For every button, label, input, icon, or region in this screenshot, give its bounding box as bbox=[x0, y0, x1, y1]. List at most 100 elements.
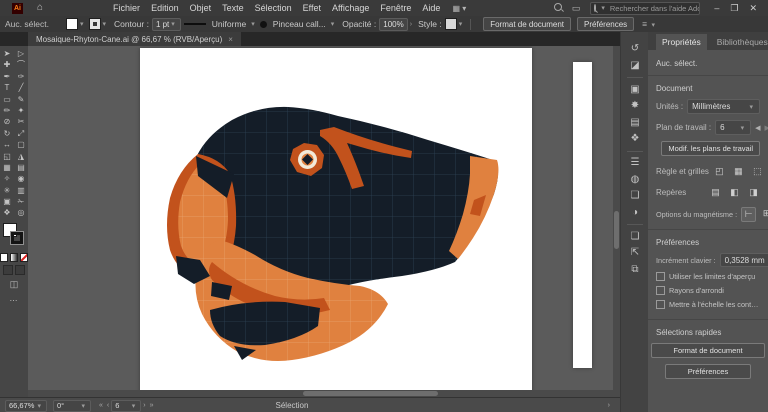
tool-width-icon[interactable]: ↔ bbox=[0, 139, 14, 150]
chevron-down-icon[interactable]: ▾ bbox=[80, 20, 84, 28]
tool-zoom-icon[interactable]: ◎ bbox=[14, 207, 28, 218]
workspace-options-icon[interactable]: ≡ ▾ bbox=[642, 19, 657, 29]
tool-pen-icon[interactable]: ✒ bbox=[0, 71, 14, 82]
tool-perspective-grid-icon[interactable]: ◮ bbox=[14, 151, 28, 162]
tab-properties[interactable]: Propriétés bbox=[656, 34, 707, 50]
panel-pathfinder-icon[interactable]: ❖ bbox=[631, 134, 640, 144]
arrange-documents-icon[interactable]: ▭ bbox=[572, 3, 581, 14]
tool-scissors-icon[interactable]: ✂ bbox=[14, 116, 28, 127]
stroke-profile-value[interactable]: Uniforme bbox=[212, 19, 246, 29]
brush-definition-value[interactable]: Pinceau call... bbox=[273, 19, 326, 29]
units-select[interactable]: Millimètres▾ bbox=[687, 99, 760, 114]
fill-color-swatch[interactable] bbox=[66, 18, 78, 30]
tool-pencil-icon[interactable]: ✏ bbox=[0, 105, 14, 116]
corner-radius-checkbox[interactable] bbox=[656, 286, 665, 295]
draw-behind-button[interactable] bbox=[15, 265, 25, 275]
gradient-button[interactable] bbox=[10, 253, 18, 262]
artboard-navigation-select[interactable]: 6▾ bbox=[111, 400, 141, 412]
panel-color-guide-icon[interactable]: ✸ bbox=[631, 101, 639, 111]
last-artboard-icon[interactable]: » bbox=[150, 402, 154, 409]
menu-item[interactable]: Edition bbox=[151, 3, 179, 13]
panel-artboards-icon[interactable]: ▣ bbox=[630, 85, 639, 95]
smart-guides-icon[interactable]: ◨ bbox=[747, 186, 760, 199]
screen-mode-icon[interactable]: ◫ bbox=[0, 279, 28, 290]
tool-hand-icon[interactable]: ❖ bbox=[0, 207, 14, 218]
tool-lasso-icon[interactable]: ⌒ bbox=[14, 59, 28, 70]
tool-scale-icon[interactable]: ⤢ bbox=[14, 128, 28, 139]
next-artboard-icon[interactable]: › bbox=[143, 402, 145, 409]
status-options-icon[interactable]: › bbox=[608, 402, 610, 409]
menu-item[interactable]: Effet bbox=[303, 3, 321, 13]
menu-item[interactable]: Sélection bbox=[255, 3, 292, 13]
tab-close-icon[interactable]: × bbox=[228, 35, 233, 44]
keyboard-increment-input[interactable]: 0,3528 mm bbox=[720, 253, 768, 267]
first-artboard-icon[interactable]: « bbox=[99, 402, 103, 409]
tool-line-segment-icon[interactable]: ╱ bbox=[14, 82, 28, 93]
panel-menu-icon[interactable]: ☰ bbox=[631, 158, 640, 168]
snap-to-grid-icon[interactable]: ⊞ bbox=[760, 207, 768, 220]
panel-export-icon[interactable]: ⇱ bbox=[631, 248, 639, 258]
tool-gradient-icon[interactable]: ▤ bbox=[14, 162, 28, 173]
quick-document-setup-button[interactable]: Format de document bbox=[651, 343, 765, 358]
color-button[interactable] bbox=[0, 253, 8, 262]
stroke-weight-input[interactable]: 1 pt ▾ bbox=[152, 18, 181, 31]
scale-strokes-effects-checkbox[interactable] bbox=[656, 300, 665, 309]
tool-paintbrush-icon[interactable]: ✎ bbox=[14, 94, 28, 105]
preferences-button[interactable]: Préférences bbox=[577, 17, 634, 31]
tool-curvature-icon[interactable]: ✑ bbox=[14, 71, 28, 82]
chevron-down-icon[interactable]: ▾ bbox=[102, 20, 106, 28]
document-tab[interactable]: Mosaique-Rhyton-Cane.ai @ 66,67 % (RVB/A… bbox=[28, 32, 241, 46]
tool-type-icon[interactable]: T bbox=[0, 82, 14, 93]
tab-libraries[interactable]: Bibliothèques bbox=[717, 34, 768, 50]
tool-shaper-icon[interactable]: ✦ bbox=[14, 105, 28, 116]
edit-toolbar-icon[interactable]: ⋯ bbox=[0, 296, 28, 305]
horizontal-scrollbar-thumb[interactable] bbox=[303, 391, 438, 396]
tool-rectangle-icon[interactable]: ▭ bbox=[0, 94, 14, 105]
tool-symbol-sprayer-icon[interactable]: ✳ bbox=[0, 185, 14, 196]
draw-normal-button[interactable] bbox=[3, 265, 13, 275]
stroke-label[interactable]: Contour : bbox=[114, 19, 149, 29]
canvas[interactable] bbox=[28, 46, 620, 397]
menu-item[interactable]: Fichier bbox=[113, 3, 140, 13]
chevron-down-icon[interactable]: ▾ bbox=[459, 20, 463, 28]
tool-column-graph-icon[interactable]: ▥ bbox=[14, 185, 28, 196]
chevron-right-icon[interactable]: › bbox=[410, 21, 412, 28]
close-button[interactable]: ✕ bbox=[749, 3, 757, 14]
chevron-down-icon[interactable]: ▾ bbox=[331, 20, 335, 28]
stroke-swatch[interactable] bbox=[11, 232, 23, 244]
show-guides-icon[interactable]: ▤ bbox=[709, 186, 722, 199]
style-swatch[interactable] bbox=[445, 18, 457, 30]
tool-artboard-icon[interactable]: ▣ bbox=[0, 196, 14, 207]
lock-guides-icon[interactable]: ◧ bbox=[728, 186, 741, 199]
panel-layers-icon[interactable]: ❏ bbox=[631, 232, 640, 242]
tool-slice-icon[interactable]: ✁ bbox=[14, 196, 28, 207]
stroke-color-swatch[interactable] bbox=[90, 19, 100, 29]
home-icon[interactable]: ⌂ bbox=[37, 3, 43, 13]
menu-item[interactable]: Fenêtre bbox=[380, 3, 411, 13]
tool-blend-icon[interactable]: ◉ bbox=[14, 173, 28, 184]
tool-eyedropper-icon[interactable]: ✧ bbox=[0, 173, 14, 184]
zoom-level-select[interactable]: 66,67%▾ bbox=[5, 400, 47, 412]
tool-eraser-icon[interactable]: ⊘ bbox=[0, 116, 14, 127]
panel-appearance-icon[interactable]: ◍ bbox=[631, 175, 640, 185]
document-setup-button[interactable]: Format de document bbox=[483, 17, 571, 31]
menu-item[interactable]: Affichage bbox=[332, 3, 369, 13]
previous-artboard-icon[interactable]: ‹ bbox=[107, 402, 109, 409]
panel-asset-export-icon[interactable]: ⧉ bbox=[631, 265, 638, 275]
restore-button[interactable]: ❐ bbox=[730, 3, 738, 14]
opacity-label[interactable]: Opacité : bbox=[342, 19, 376, 29]
menu-item[interactable]: Aide bbox=[422, 3, 440, 13]
vertical-scrollbar-thumb[interactable] bbox=[614, 211, 619, 249]
rotation-select[interactable]: 0°▾ bbox=[53, 400, 91, 412]
quick-preferences-button[interactable]: Préférences bbox=[665, 364, 751, 379]
app-search-icon[interactable] bbox=[554, 3, 562, 13]
next-artboard-icon[interactable]: ▶ bbox=[765, 124, 768, 132]
vertical-scrollbar[interactable] bbox=[613, 46, 620, 397]
previous-artboard-icon[interactable]: ◀ bbox=[755, 124, 760, 132]
tool-rotate-icon[interactable]: ↻ bbox=[0, 128, 14, 139]
none-button[interactable] bbox=[20, 253, 28, 262]
preview-bounds-checkbox[interactable] bbox=[656, 272, 665, 281]
menu-item[interactable]: Objet bbox=[190, 3, 212, 13]
panel-swatches-icon[interactable]: ▤ bbox=[630, 118, 639, 128]
snap-to-point-icon[interactable]: ⊢ bbox=[741, 207, 756, 222]
